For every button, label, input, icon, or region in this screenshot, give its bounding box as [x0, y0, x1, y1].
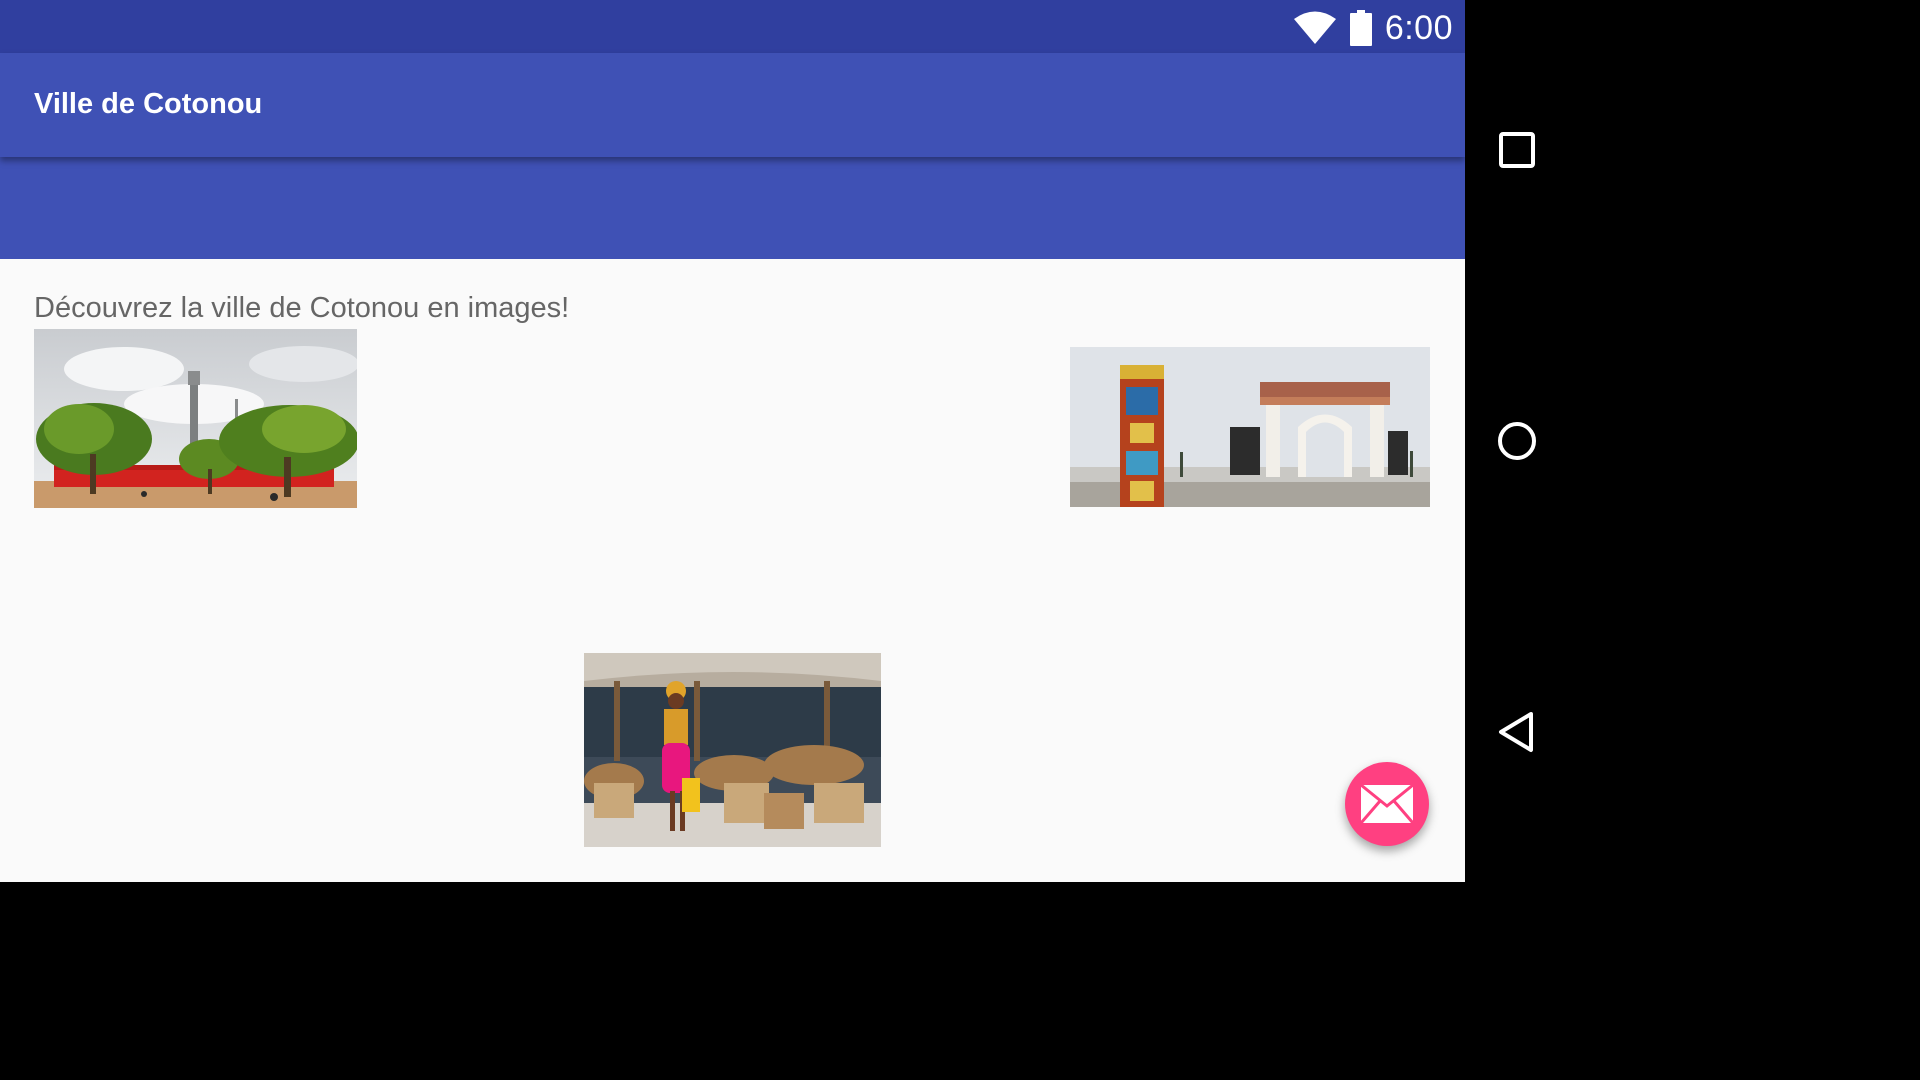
- send-mail-fab[interactable]: [1345, 762, 1429, 846]
- photo-door-of-no-return[interactable]: [1070, 347, 1430, 507]
- recents-icon: [1499, 132, 1535, 168]
- home-icon: [1498, 422, 1536, 460]
- back-button[interactable]: [1487, 702, 1547, 762]
- wifi-icon: [1293, 11, 1336, 44]
- back-icon: [1499, 712, 1533, 752]
- status-bar: 6:00: [0, 0, 1465, 53]
- photo-monument-square[interactable]: [34, 329, 357, 508]
- toolbar-title: Ville de Cotonou: [34, 88, 263, 120]
- intro-text: Découvrez la ville de Cotonou en images!: [34, 292, 570, 324]
- status-time: 6:00: [1384, 8, 1453, 47]
- system-nav-bar: [1465, 0, 1568, 882]
- toolbar-extension: [0, 157, 1465, 259]
- home-button[interactable]: [1487, 411, 1547, 471]
- recents-button[interactable]: [1487, 120, 1547, 180]
- status-icons: 6:00: [1293, 8, 1453, 48]
- app-toolbar: Ville de Cotonou: [0, 53, 1465, 157]
- battery-icon: [1349, 10, 1372, 46]
- photo-market[interactable]: [584, 653, 881, 847]
- mail-icon: [1360, 784, 1414, 824]
- app-screen: 6:00 Ville de Cotonou Découvrez la ville…: [0, 0, 1465, 882]
